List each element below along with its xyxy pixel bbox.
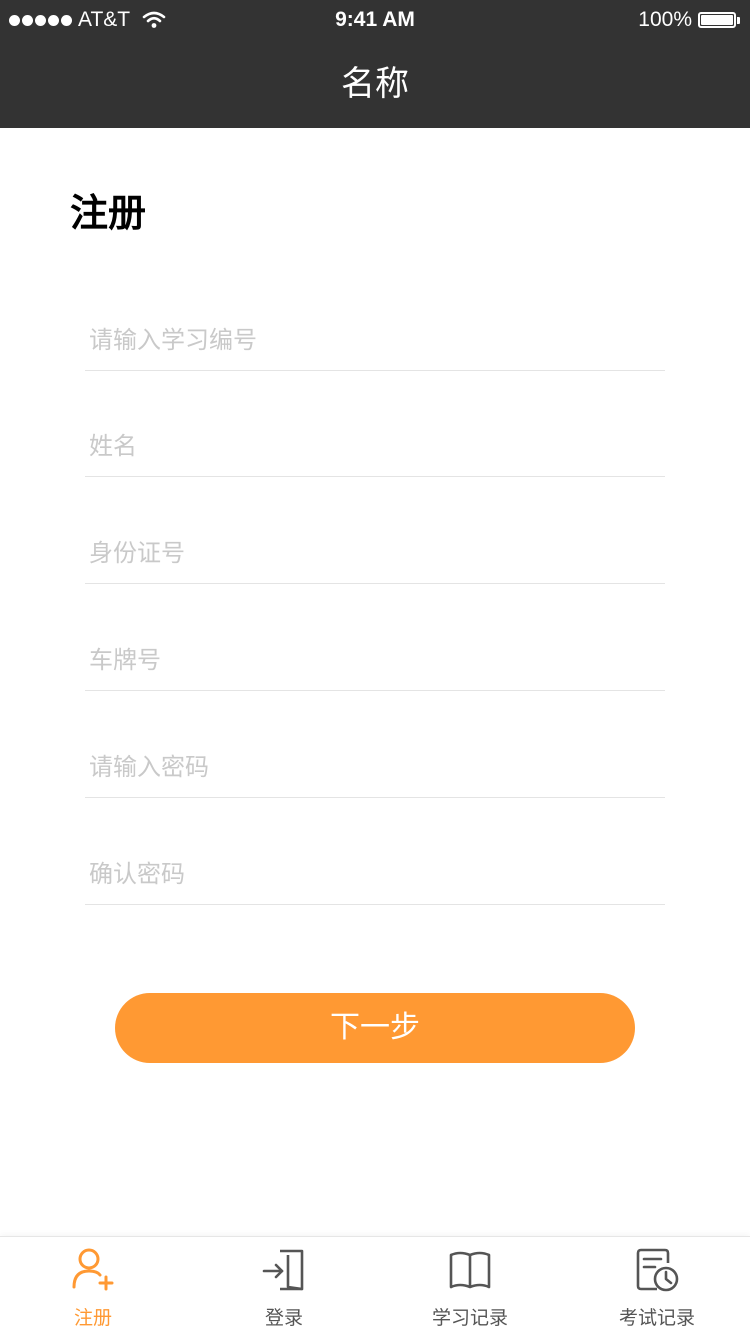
tab-study-record-label: 学习记录 (431, 1307, 508, 1329)
tab-exam-record-label: 考试记录 (618, 1307, 695, 1329)
nav-bar: 名称 (0, 40, 750, 128)
password-input[interactable] (85, 737, 665, 797)
confirm-password-input[interactable] (85, 844, 665, 904)
study-number-input[interactable] (85, 310, 665, 370)
battery-fill (701, 15, 733, 25)
id-number-input[interactable] (85, 523, 665, 583)
add-user-icon (72, 1248, 114, 1291)
tab-exam-record[interactable]: 考试记录 (597, 1237, 717, 1335)
exam-record-clock-icon (636, 1248, 679, 1292)
password-field (85, 737, 665, 798)
open-book-icon (449, 1251, 491, 1289)
tab-register-label: 注册 (73, 1307, 112, 1329)
study-number-field (85, 310, 665, 371)
battery-nub (737, 16, 740, 24)
plate-number-input[interactable] (85, 630, 665, 690)
status-bar: AT&T 9:41 AM 100% (0, 0, 750, 40)
page-title: 名称 (341, 64, 409, 104)
battery-icon (698, 12, 736, 28)
tab-register[interactable]: 注册 (33, 1237, 153, 1335)
confirm-password-field (85, 844, 665, 905)
login-door-icon (262, 1249, 304, 1291)
plate-number-field (85, 630, 665, 691)
name-field (85, 416, 665, 477)
tab-login[interactable]: 登录 (224, 1237, 344, 1335)
status-right: 100% (638, 0, 740, 40)
tab-login-label: 登录 (264, 1307, 303, 1329)
battery-percentage: 100% (638, 8, 692, 31)
next-step-button[interactable]: 下一步 (115, 993, 635, 1063)
tab-bar: 注册 登录 学习记录 考试记录 (0, 1236, 750, 1335)
id-number-field (85, 523, 665, 584)
tab-study-record[interactable]: 学习记录 (410, 1237, 530, 1335)
register-heading: 注册 (70, 191, 147, 235)
name-input[interactable] (85, 416, 665, 476)
